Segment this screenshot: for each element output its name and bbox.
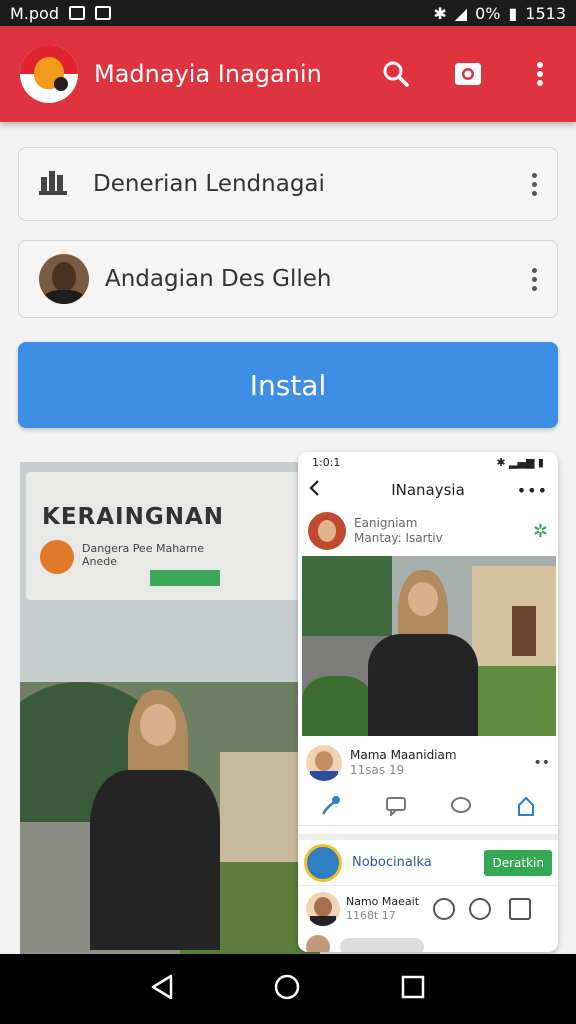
share-icon[interactable] [515, 795, 537, 821]
home-icon[interactable] [273, 973, 301, 1005]
page-row[interactable]: Nobocinalka Deratkin [298, 840, 558, 886]
like-icon[interactable] [320, 795, 342, 821]
post-photo [302, 556, 556, 736]
card-label: Andagian Des Glleh [105, 266, 332, 292]
sign-title: KERAINGNAN [42, 504, 225, 530]
clock: 1513 [525, 3, 566, 23]
avatar [306, 745, 342, 781]
block-icon[interactable] [433, 898, 456, 920]
app-bar: Madnayia Inaganin [0, 26, 576, 122]
check-icon[interactable] [469, 898, 492, 920]
phone-preview: 1:0:1 ✱ ▂▄▆ ▮ INanaysia ••• Eanigniam Ma… [298, 452, 558, 952]
more-horiz-icon[interactable]: •• [533, 755, 550, 771]
calendar-icon[interactable] [509, 898, 532, 920]
bluetooth-icon: ✱ [433, 3, 447, 23]
avatar [306, 935, 330, 952]
post-author: Eanigniam [354, 516, 418, 530]
back-icon[interactable] [308, 479, 320, 501]
page-logo [304, 843, 342, 882]
carrier-label: M.pod [10, 3, 59, 23]
chat-icon[interactable] [450, 796, 472, 820]
card-item[interactable]: Denerian Lendnagai [18, 147, 558, 221]
comment-icon[interactable] [385, 796, 407, 820]
sign-logo [40, 540, 74, 574]
badge-icon: ✲ [532, 520, 548, 542]
more-vert-icon[interactable] [532, 267, 537, 291]
camera-icon[interactable] [452, 58, 484, 90]
page-name: Nobocinalka [352, 855, 432, 870]
bar-chart-icon [39, 169, 67, 199]
card-item[interactable]: Andagian Des Glleh [18, 240, 558, 318]
phone-clock: 1:0:1 [312, 455, 341, 469]
comment-author: Mama Maanidiam [350, 748, 457, 762]
recents-icon[interactable] [400, 974, 426, 1004]
screenshot-left: KERAINGNAN Dangera Pee Maharne Anede [20, 462, 320, 954]
more-horiz-icon[interactable]: ••• [517, 481, 548, 500]
more-vert-icon[interactable] [532, 172, 537, 196]
bottom-sheet: Nobocinalka Deratkin Namo Maeait 1168t 1… [298, 834, 558, 952]
sign-text: Dangera Pee Maharne Anede [82, 542, 204, 568]
app-logo [20, 45, 78, 103]
phone-status-icons: ✱ ▂▄▆ ▮ [496, 455, 544, 469]
card-label: Denerian Lendnagai [93, 171, 325, 197]
comment-row[interactable]: Mama Maanidiam 11sas 19 •• [306, 740, 550, 786]
back-icon[interactable] [150, 974, 174, 1004]
search-icon[interactable] [380, 58, 412, 90]
more-vert-icon[interactable] [524, 58, 556, 90]
post-actions [298, 790, 558, 826]
install-button[interactable]: Instal [18, 342, 558, 428]
system-nav-bar [0, 954, 576, 1024]
avatar [306, 892, 340, 926]
comment-subtitle: 11sas 19 [350, 763, 405, 777]
battery-percent: 0% [475, 3, 501, 23]
user-name: Namo Maeait [346, 895, 420, 908]
post-header: Eanigniam Mantay: Isartiv ✲ [298, 508, 558, 554]
sign-stripe [150, 570, 220, 586]
message-icon [95, 6, 111, 20]
battery-icon: ▮ [508, 3, 518, 23]
post-subtitle: Mantay: Isartiv [354, 531, 443, 545]
avatar [308, 512, 346, 550]
user-row[interactable]: Namo Maeait 1168t 17 [298, 886, 558, 932]
phone-header: INanaysia ••• [298, 472, 558, 508]
sheet-footer [298, 932, 558, 952]
signal-icon: ◢ [454, 3, 468, 23]
avatar [39, 254, 89, 304]
follow-button[interactable]: Deratkin [484, 849, 552, 876]
notification-icon [69, 6, 85, 20]
user-subtitle: 1168t 17 [346, 909, 396, 922]
status-bar: M.pod ✱ ◢ 0% ▮ 1513 [0, 0, 576, 26]
app-title: Madnayia Inaganin [94, 60, 322, 88]
input-pill[interactable] [340, 938, 424, 952]
phone-status-bar: 1:0:1 ✱ ▂▄▆ ▮ [298, 452, 558, 472]
